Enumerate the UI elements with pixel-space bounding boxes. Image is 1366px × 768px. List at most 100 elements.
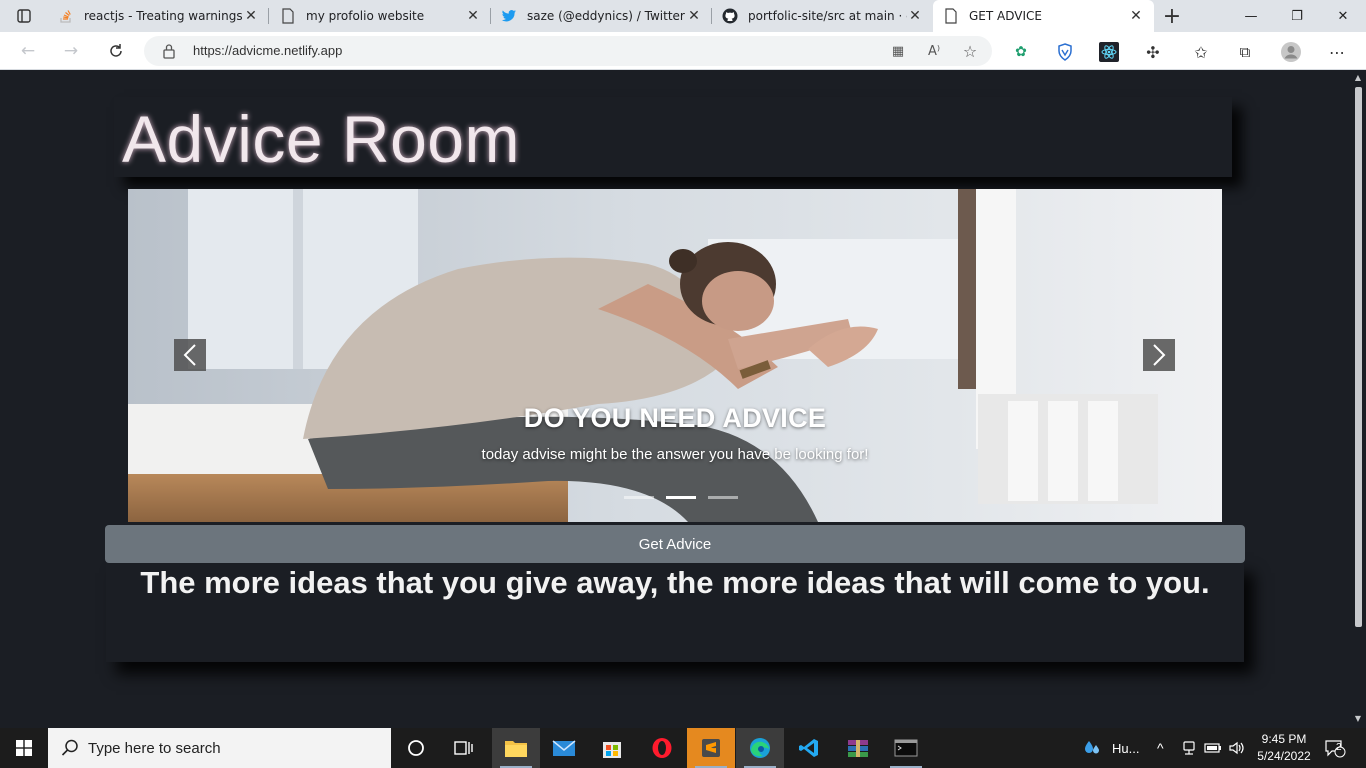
notification-icon [1325, 740, 1346, 758]
tab-label: my profolio website [306, 9, 425, 23]
app-grid-icon[interactable]: ▦ [888, 41, 908, 61]
network-icon[interactable] [1181, 728, 1197, 768]
page-icon [943, 8, 959, 24]
carousel-indicator[interactable] [624, 496, 654, 499]
tab-reactjs[interactable]: reactjs - Treating warnings as ✕ [48, 0, 269, 32]
terminal-icon [894, 739, 918, 757]
carousel-indicator[interactable] [708, 496, 738, 499]
file-explorer-button[interactable] [492, 728, 540, 768]
stackoverflow-icon [58, 8, 74, 24]
cortana-icon [408, 740, 424, 756]
winrar-button[interactable] [834, 728, 882, 768]
humidity-icon [1085, 741, 1099, 754]
page-title: Advice Room [122, 102, 520, 176]
terminal-button[interactable] [882, 728, 930, 768]
more-options-icon[interactable]: ⋯ [1326, 41, 1348, 63]
page-scrollbar[interactable]: ▲ ▼ [1350, 71, 1366, 728]
get-advice-button[interactable]: Get Advice [105, 525, 1245, 563]
carousel-indicators [624, 496, 738, 499]
task-view-button[interactable] [440, 728, 488, 768]
carousel-indicator-active[interactable] [666, 496, 696, 499]
browser-tab-strip: reactjs - Treating warnings as ✕ my prof… [0, 0, 1366, 32]
start-button[interactable] [0, 728, 48, 768]
mail-icon [552, 740, 576, 756]
tab-twitter[interactable]: saze (@eddynics) / Twitter ✕ [491, 0, 712, 32]
tab-label: reactjs - Treating warnings as [84, 9, 243, 23]
add-favorite-icon[interactable]: ☆ [960, 41, 980, 61]
search-icon [61, 739, 78, 756]
advice-quote: The more ideas that you give away, the m… [140, 565, 1210, 600]
refresh-button[interactable] [102, 37, 130, 65]
window-close-button[interactable]: ✕ [1320, 0, 1366, 32]
edge-button[interactable] [736, 728, 784, 768]
page-icon [280, 8, 296, 24]
carousel-caption: DO YOU NEED ADVICE today advise might be… [128, 403, 1222, 463]
vscode-icon [799, 739, 818, 757]
browser-toolbar: ← → https://advicme.netlify.app ▦ A⁾ ☆ ✿… [0, 32, 1366, 70]
url-text[interactable]: https://advicme.netlify.app [193, 43, 342, 58]
windows-logo-icon [16, 740, 32, 756]
battery-icon[interactable] [1204, 728, 1222, 768]
collections-icon[interactable]: ⧉ [1234, 41, 1256, 63]
back-button[interactable]: ← [14, 37, 42, 65]
chevron-right-icon [1153, 344, 1166, 366]
opera-icon [652, 738, 672, 758]
notification-center-button[interactable]: 2 [1324, 728, 1346, 768]
store-button[interactable] [588, 728, 636, 768]
tab-profolio[interactable]: my profolio website ✕ [270, 0, 491, 32]
taskbar-clock[interactable]: 9:45 PM 5/24/2022 [1246, 731, 1322, 765]
scroll-down-icon[interactable]: ▼ [1353, 714, 1363, 726]
volume-icon[interactable] [1228, 728, 1246, 768]
github-icon [722, 8, 738, 24]
weather-text: Hu... [1112, 740, 1140, 756]
carousel-next-button[interactable] [1143, 339, 1175, 371]
react-devtools-icon[interactable] [1098, 41, 1120, 63]
scroll-up-icon[interactable]: ▲ [1353, 73, 1363, 85]
close-icon[interactable]: ✕ [907, 8, 923, 24]
extensions-puzzle-icon[interactable]: ✣ [1142, 41, 1164, 63]
close-icon[interactable]: ✕ [243, 8, 259, 24]
address-bar[interactable]: https://advicme.netlify.app ▦ A⁾ ☆ [144, 36, 992, 66]
tab-github[interactable]: portfolic-site/src at main · edd ✕ [712, 0, 933, 32]
tab-label: saze (@eddynics) / Twitter [527, 9, 685, 23]
clock-date: 5/24/2022 [1257, 749, 1311, 763]
cortana-button[interactable] [392, 728, 440, 768]
lock-icon [163, 44, 175, 59]
vscode-button[interactable] [785, 728, 833, 768]
sublime-text-button[interactable] [687, 728, 735, 768]
tab-label: GET ADVICE [969, 9, 1042, 23]
search-placeholder: Type here to search [88, 739, 221, 757]
folder-icon [505, 741, 527, 757]
carousel-subtext: today advise might be the answer you hav… [481, 446, 869, 463]
close-icon[interactable]: ✕ [686, 8, 702, 24]
taskbar-search[interactable]: Type here to search [48, 728, 391, 768]
chevron-left-icon [183, 344, 196, 366]
read-aloud-icon[interactable]: A⁾ [924, 41, 944, 61]
windows-taskbar: Type here to search Hu... ^ 9:45 PM 5/24… [0, 728, 1366, 768]
carousel-prev-button[interactable] [174, 339, 206, 371]
minimize-button[interactable]: — [1228, 0, 1274, 32]
header-card: Advice Room [114, 97, 1232, 177]
twitter-icon [501, 8, 517, 24]
scrollbar-thumb[interactable] [1355, 87, 1362, 627]
opera-button[interactable] [638, 728, 686, 768]
hero-carousel: DO YOU NEED ADVICE today advise might be… [128, 189, 1222, 522]
restore-button[interactable]: ❐ [1274, 0, 1320, 32]
profile-avatar-icon[interactable] [1280, 41, 1302, 63]
forward-button[interactable]: → [57, 37, 85, 65]
extension-shield-icon[interactable] [1054, 41, 1076, 63]
refresh-icon [110, 44, 122, 57]
close-icon[interactable]: ✕ [465, 8, 481, 24]
extension-paw-icon[interactable]: ✿ [1010, 41, 1032, 63]
close-icon[interactable]: ✕ [1128, 8, 1144, 24]
tab-actions-icon[interactable] [0, 0, 48, 32]
tab-label: portfolic-site/src at main · edd [748, 9, 907, 23]
edge-icon [750, 738, 770, 758]
carousel-slide-image [128, 189, 1222, 522]
mail-button[interactable] [540, 728, 588, 768]
tab-get-advice[interactable]: GET ADVICE ✕ [933, 0, 1154, 32]
new-tab-button[interactable]: + [1158, 0, 1186, 32]
show-hidden-icons-button[interactable]: ^ [1157, 728, 1164, 768]
weather-widget[interactable]: Hu... [1082, 728, 1139, 768]
favorites-icon[interactable]: ✩ [1190, 41, 1212, 63]
